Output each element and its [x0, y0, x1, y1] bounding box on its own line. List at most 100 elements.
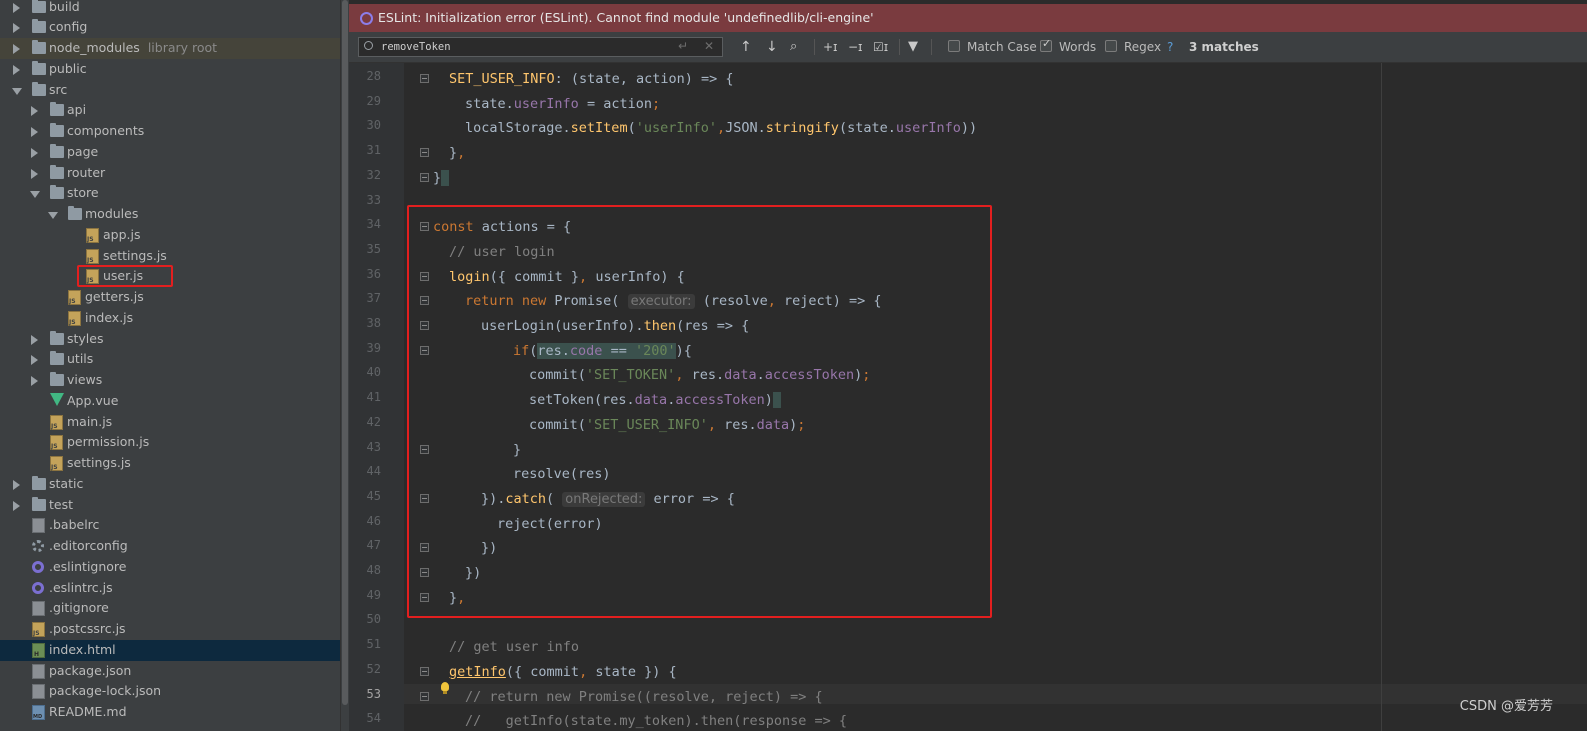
expand-arrow-icon[interactable]	[13, 2, 20, 13]
code-line[interactable]: // getInfo(state.my_token).then(response…	[404, 708, 1587, 729]
tree-item-gitignore[interactable]: .gitignore	[0, 598, 340, 619]
unselect-occurrence-icon[interactable]: −ɪ	[848, 38, 863, 56]
tree-item-config[interactable]: config	[0, 17, 340, 38]
tree-item-build[interactable]: build	[0, 0, 340, 18]
fold-marker-icon[interactable]	[420, 666, 429, 676]
code-line[interactable]: getInfo({ commit, state }) {	[404, 659, 1587, 680]
tree-item-package-json[interactable]: package.json	[0, 661, 340, 682]
find-all-icon[interactable]: ⌕	[790, 38, 797, 56]
tree-item-index-js[interactable]: index.js	[0, 308, 340, 329]
scrollbar-thumb[interactable]	[342, 0, 348, 705]
tree-item-settings-js[interactable]: settings.js	[0, 453, 340, 474]
code-line[interactable]: localStorage.setItem('userInfo',JSON.str…	[404, 115, 1587, 136]
collapse-arrow-icon[interactable]	[30, 191, 40, 199]
tree-item-page[interactable]: page	[0, 142, 340, 163]
tree-item-permission-js[interactable]: permission.js	[0, 432, 340, 453]
tree-item-package-lock-json[interactable]: package-lock.json	[0, 681, 340, 702]
tree-item-eslintrc-js[interactable]: .eslintrc.js	[0, 578, 340, 599]
line-number-gutter[interactable]: 28 29 30 31 32 33 34 35 36 37 38 39 40 41 42 43 44 45 46 47…	[349, 63, 404, 731]
code-text: // return new Promise((resolve, reject) …	[465, 688, 823, 705]
expand-arrow-icon[interactable]	[13, 44, 20, 54]
match-case-label[interactable]: Match Case	[967, 40, 1037, 54]
tree-item-components[interactable]: components	[0, 121, 340, 142]
code-line[interactable]: state.userInfo = action;	[404, 91, 1587, 112]
regex-help-icon[interactable]: ?	[1167, 40, 1173, 54]
regex-checkbox[interactable]	[1105, 40, 1117, 52]
expand-arrow-icon[interactable]	[13, 479, 20, 490]
tree-item-api[interactable]: api	[0, 100, 340, 121]
eslint-icon	[32, 560, 44, 573]
tree-item-test[interactable]: test	[0, 495, 340, 516]
tree-item-eslintignore[interactable]: .eslintignore	[0, 557, 340, 578]
fold-marker-icon[interactable]	[420, 148, 429, 158]
regex-label[interactable]: Regex	[1124, 40, 1161, 54]
tree-item-label: settings.js	[103, 247, 167, 263]
search-icon[interactable]	[364, 41, 373, 50]
expand-arrow-icon[interactable]	[31, 147, 38, 158]
expand-arrow-icon[interactable]	[31, 355, 38, 366]
code-line[interactable]: },	[404, 140, 1587, 161]
expand-arrow-icon[interactable]	[31, 106, 38, 117]
tree-item-modules[interactable]: modules	[0, 204, 340, 225]
tree-item-app-vue[interactable]: App.vue	[0, 391, 340, 412]
expand-arrow-icon[interactable]	[31, 168, 38, 179]
enter-icon[interactable]: ↵	[678, 39, 688, 53]
tree-item-app-js[interactable]: app.js	[0, 225, 340, 246]
find-input[interactable]	[381, 39, 671, 55]
tree-item-node-modules[interactable]: node_modules library root	[0, 38, 340, 59]
lightbulb-icon[interactable]	[441, 682, 449, 694]
previous-occurrence-icon[interactable]: ↑	[740, 38, 752, 56]
words-label[interactable]: Words	[1059, 40, 1096, 54]
tree-item-router[interactable]: router	[0, 163, 340, 184]
expand-arrow-icon[interactable]	[13, 23, 20, 34]
fold-marker-icon[interactable]	[420, 172, 429, 182]
line-number: 36	[366, 266, 381, 281]
tree-item-src[interactable]: src	[0, 80, 340, 101]
filter-icon[interactable]: ▼	[908, 38, 918, 56]
expand-arrow-icon[interactable]	[31, 334, 38, 345]
json-icon	[32, 518, 45, 534]
tree-item-styles[interactable]: styles	[0, 329, 340, 350]
code-line[interactable]: // get user info	[404, 634, 1587, 655]
add-selection-icon[interactable]: +ɪ	[823, 38, 838, 56]
tree-item-settings-js[interactable]: settings.js	[0, 246, 340, 267]
next-occurrence-icon[interactable]: ↓	[766, 38, 778, 56]
tree-item-views[interactable]: views	[0, 370, 340, 391]
fold-marker-icon[interactable]	[420, 691, 429, 701]
tree-item-editorconfig[interactable]: .editorconfig	[0, 536, 340, 557]
tree-item-readme-md[interactable]: README.md	[0, 702, 340, 723]
expand-arrow-icon[interactable]	[31, 376, 38, 386]
expand-arrow-icon[interactable]	[13, 64, 20, 75]
tree-item-public[interactable]: public	[0, 59, 340, 80]
tree-item-main-js[interactable]: main.js	[0, 412, 340, 433]
tree-item-store[interactable]: store	[0, 183, 340, 204]
tree-item-static[interactable]: static	[0, 474, 340, 495]
clear-search-icon[interactable]: ✕	[704, 39, 714, 53]
match-case-checkbox[interactable]	[948, 40, 960, 52]
folder-icon	[50, 372, 64, 386]
expand-arrow-icon[interactable]	[13, 500, 20, 511]
folder-icon	[32, 0, 46, 13]
line-number: 43	[366, 439, 381, 454]
find-search-box[interactable]: ↵ ✕	[358, 37, 723, 57]
expand-arrow-icon[interactable]	[31, 127, 38, 137]
words-checkbox[interactable]	[1040, 37, 1052, 52]
tree-item-label: test	[49, 496, 74, 512]
code-line[interactable]: SET_USER_INFO: (state, action) => {	[404, 66, 1587, 87]
tree-item-label: node_modules library root	[49, 40, 218, 55]
library-root-hint: library root	[147, 40, 218, 55]
code-line[interactable]: // return new Promise((resolve, reject) …	[404, 683, 1587, 705]
project-tree-scrollbar[interactable]	[340, 0, 349, 731]
collapse-arrow-icon[interactable]	[12, 87, 22, 95]
tree-item-getters-js[interactable]: getters.js	[0, 287, 340, 308]
tree-item-postcssrc-js[interactable]: .postcssrc.js	[0, 619, 340, 640]
line-number: 42	[366, 414, 381, 429]
collapse-arrow-icon[interactable]	[48, 212, 58, 219]
tree-item-index-html[interactable]: index.html	[0, 639, 340, 661]
folder-icon	[50, 123, 64, 137]
tree-item-utils[interactable]: utils	[0, 349, 340, 370]
tree-item-babelrc[interactable]: .babelrc	[0, 515, 340, 536]
select-all-occurrences-icon[interactable]: ☑ɪ	[873, 38, 888, 56]
fold-marker-icon[interactable]	[420, 74, 429, 83]
code-line[interactable]: }	[404, 165, 1587, 186]
